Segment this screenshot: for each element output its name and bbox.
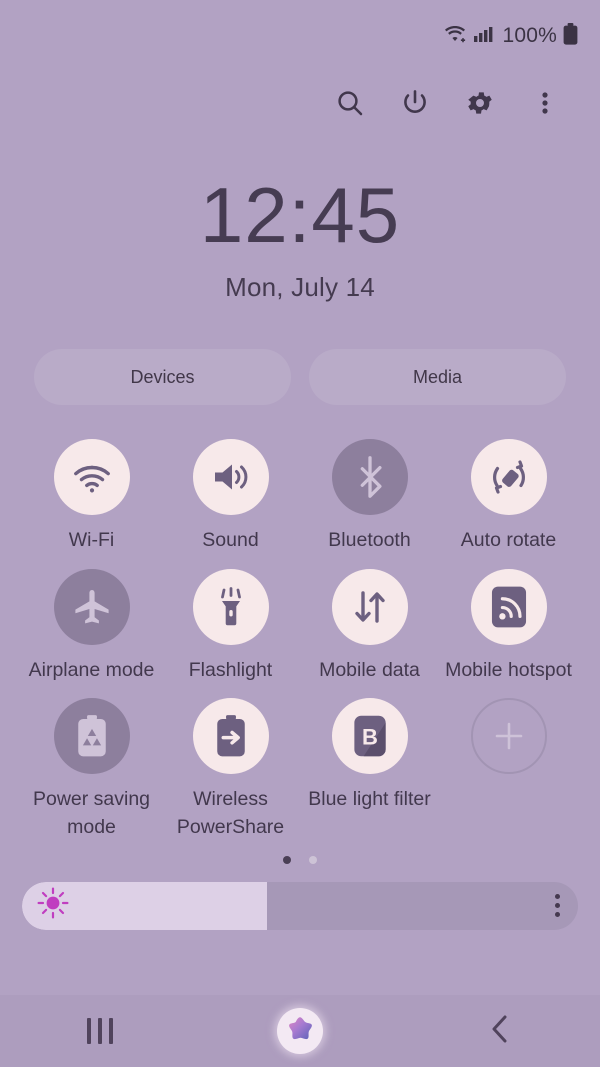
quick-tile-label: Bluetooth	[328, 529, 411, 551]
quick-tile-blue-light-filter[interactable]: B Blue light filter	[300, 698, 439, 841]
blue-light-icon: B	[331, 698, 408, 775]
sound-icon	[192, 439, 269, 515]
recents-icon	[87, 1018, 113, 1044]
quick-tile-label: Blue light filter	[308, 788, 431, 811]
quick-tile-airplane-mode[interactable]: Airplane mode	[22, 568, 161, 685]
devices-chip-label: Devices	[130, 366, 195, 387]
clock-date: Mon, July 14	[225, 272, 375, 302]
battery-full-icon	[563, 22, 578, 50]
airplane-icon	[53, 568, 130, 645]
quick-tile-label: Power saving mode	[32, 788, 151, 839]
clock-time: 12:45	[199, 171, 401, 259]
search-icon[interactable]	[333, 86, 367, 120]
brightness-sun-icon	[36, 886, 70, 925]
power-icon[interactable]	[398, 86, 432, 120]
quick-tile-label: Wireless PowerShare	[176, 788, 285, 839]
page-dot-1[interactable]	[283, 855, 291, 864]
page-indicator	[0, 855, 600, 864]
quick-panel-toolbar	[0, 72, 600, 134]
brightness-slider[interactable]	[22, 881, 578, 930]
mobile-hotspot-icon	[470, 568, 547, 645]
devices-chip[interactable]: Devices	[34, 349, 291, 405]
quick-tile-sound[interactable]: Sound	[161, 439, 300, 555]
quick-tile-wireless-powershare[interactable]: Wireless PowerShare	[161, 698, 300, 841]
back-chevron-icon	[487, 1013, 513, 1050]
power-share-icon	[192, 698, 269, 775]
quick-tile-label: Sound	[202, 529, 259, 551]
overflow-menu-icon[interactable]	[528, 86, 562, 120]
quick-tile-label: Wi-Fi	[68, 529, 115, 551]
quick-tile-mobile-data[interactable]: Mobile data	[300, 568, 439, 685]
panel-chip-row: Devices Media	[0, 349, 600, 405]
navigation-bar	[0, 995, 600, 1067]
quick-tile-label: Auto rotate	[460, 529, 557, 551]
bluetooth-icon	[331, 439, 408, 515]
status-bar: 100%	[0, 0, 600, 72]
battery-percent-label: 100%	[502, 24, 557, 47]
quick-settings-grid: Wi-Fi Sound Bluetooth Auto rotate Airpla…	[0, 439, 600, 842]
quick-tile-label: Mobile hotspot	[445, 658, 572, 681]
wifi-data-icon	[444, 24, 468, 49]
flashlight-icon	[192, 568, 269, 645]
quick-tile-power-saving-mode[interactable]: Power saving mode	[22, 698, 161, 841]
quick-tile-label: Flashlight	[188, 658, 273, 681]
auto-rotate-icon	[470, 439, 547, 515]
media-chip-label: Media	[412, 366, 463, 387]
quick-tile-label: Airplane mode	[28, 658, 155, 681]
cellular-signal-icon	[474, 25, 493, 48]
quick-tile-label: Mobile data	[319, 658, 420, 681]
page-dot-2[interactable]	[309, 855, 317, 864]
quick-tile-add[interactable]	[439, 698, 578, 841]
quick-tile-bluetooth[interactable]: Bluetooth	[300, 439, 439, 555]
settings-gear-icon[interactable]	[463, 86, 497, 120]
add-tile-icon	[470, 698, 547, 775]
brightness-options-icon[interactable]	[555, 894, 560, 918]
quick-tile-mobile-hotspot[interactable]: Mobile hotspot	[439, 568, 578, 685]
quick-tile-wifi[interactable]: Wi-Fi	[22, 439, 161, 555]
home-star-icon	[277, 1008, 323, 1054]
home-button[interactable]	[263, 1003, 337, 1059]
back-button[interactable]	[463, 1003, 537, 1059]
recents-button[interactable]	[63, 1003, 137, 1059]
quick-tile-auto-rotate[interactable]: Auto rotate	[439, 439, 578, 555]
status-bar-right: 100%	[444, 22, 578, 50]
power-saving-icon	[53, 698, 130, 775]
wifi-icon	[53, 439, 130, 515]
media-chip[interactable]: Media	[309, 349, 566, 405]
svg-text:B: B	[362, 725, 378, 750]
clock-block[interactable]: 12:45 Mon, July 14	[0, 176, 600, 303]
mobile-data-icon	[331, 568, 408, 645]
quick-tile-flashlight[interactable]: Flashlight	[161, 568, 300, 685]
